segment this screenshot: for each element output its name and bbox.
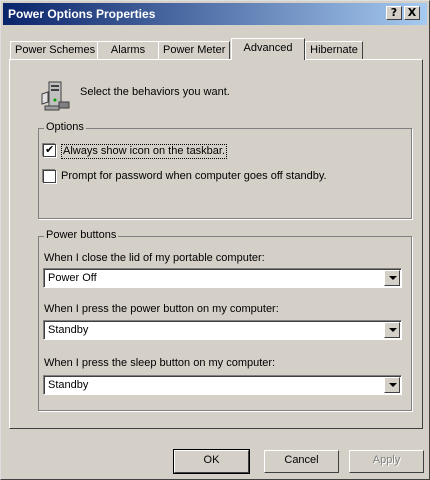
chevron-down-icon[interactable] xyxy=(384,377,400,393)
lid-action-value: Power Off xyxy=(48,272,97,284)
power-options-window: Power Options Properties ? X Power Schem… xyxy=(0,0,430,480)
show-icon-label[interactable]: Always show icon on the taskbar. xyxy=(61,144,228,159)
power-button-action-select[interactable]: Standby xyxy=(43,320,402,340)
cancel-button[interactable]: Cancel xyxy=(264,450,339,473)
window-title: Power Options Properties xyxy=(8,7,156,21)
ok-button[interactable]: OK xyxy=(173,449,250,474)
sleep-button-action-value: Standby xyxy=(48,379,89,391)
tab-alarms[interactable]: Alarms xyxy=(97,41,159,59)
options-legend: Options xyxy=(44,121,86,133)
show-icon-checkbox[interactable]: ✔ xyxy=(43,143,56,157)
title-bar[interactable]: Power Options Properties ? X xyxy=(3,3,427,25)
sleep-button-action-select[interactable]: Standby xyxy=(43,375,402,395)
prompt-password-label[interactable]: Prompt for password when computer goes o… xyxy=(61,170,327,183)
computer-settings-icon xyxy=(41,81,70,111)
lid-action-label: When I close the lid of my portable comp… xyxy=(44,252,265,264)
intro-text: Select the behaviors you want. xyxy=(80,86,230,98)
power-button-action-label: When I press the power button on my comp… xyxy=(44,303,279,315)
power-button-action-value: Standby xyxy=(48,324,89,336)
power-buttons-legend: Power buttons xyxy=(44,229,119,241)
chevron-down-icon[interactable] xyxy=(384,270,400,286)
tab-hibernate[interactable]: Hibernate xyxy=(305,41,363,59)
tab-advanced[interactable]: Advanced xyxy=(231,38,305,60)
help-button[interactable]: ? xyxy=(386,6,402,20)
close-button[interactable]: X xyxy=(404,6,420,20)
prompt-password-checkbox[interactable] xyxy=(43,170,56,183)
checkmark-icon: ✔ xyxy=(45,143,55,156)
lid-action-select[interactable]: Power Off xyxy=(43,268,402,288)
tab-power-schemes[interactable]: Power Schemes xyxy=(10,41,98,59)
chevron-down-icon[interactable] xyxy=(384,322,400,338)
tab-power-meter[interactable]: Power Meter xyxy=(158,41,230,59)
sleep-button-action-label: When I press the sleep button on my comp… xyxy=(44,357,276,369)
apply-button[interactable]: Apply xyxy=(349,450,424,473)
